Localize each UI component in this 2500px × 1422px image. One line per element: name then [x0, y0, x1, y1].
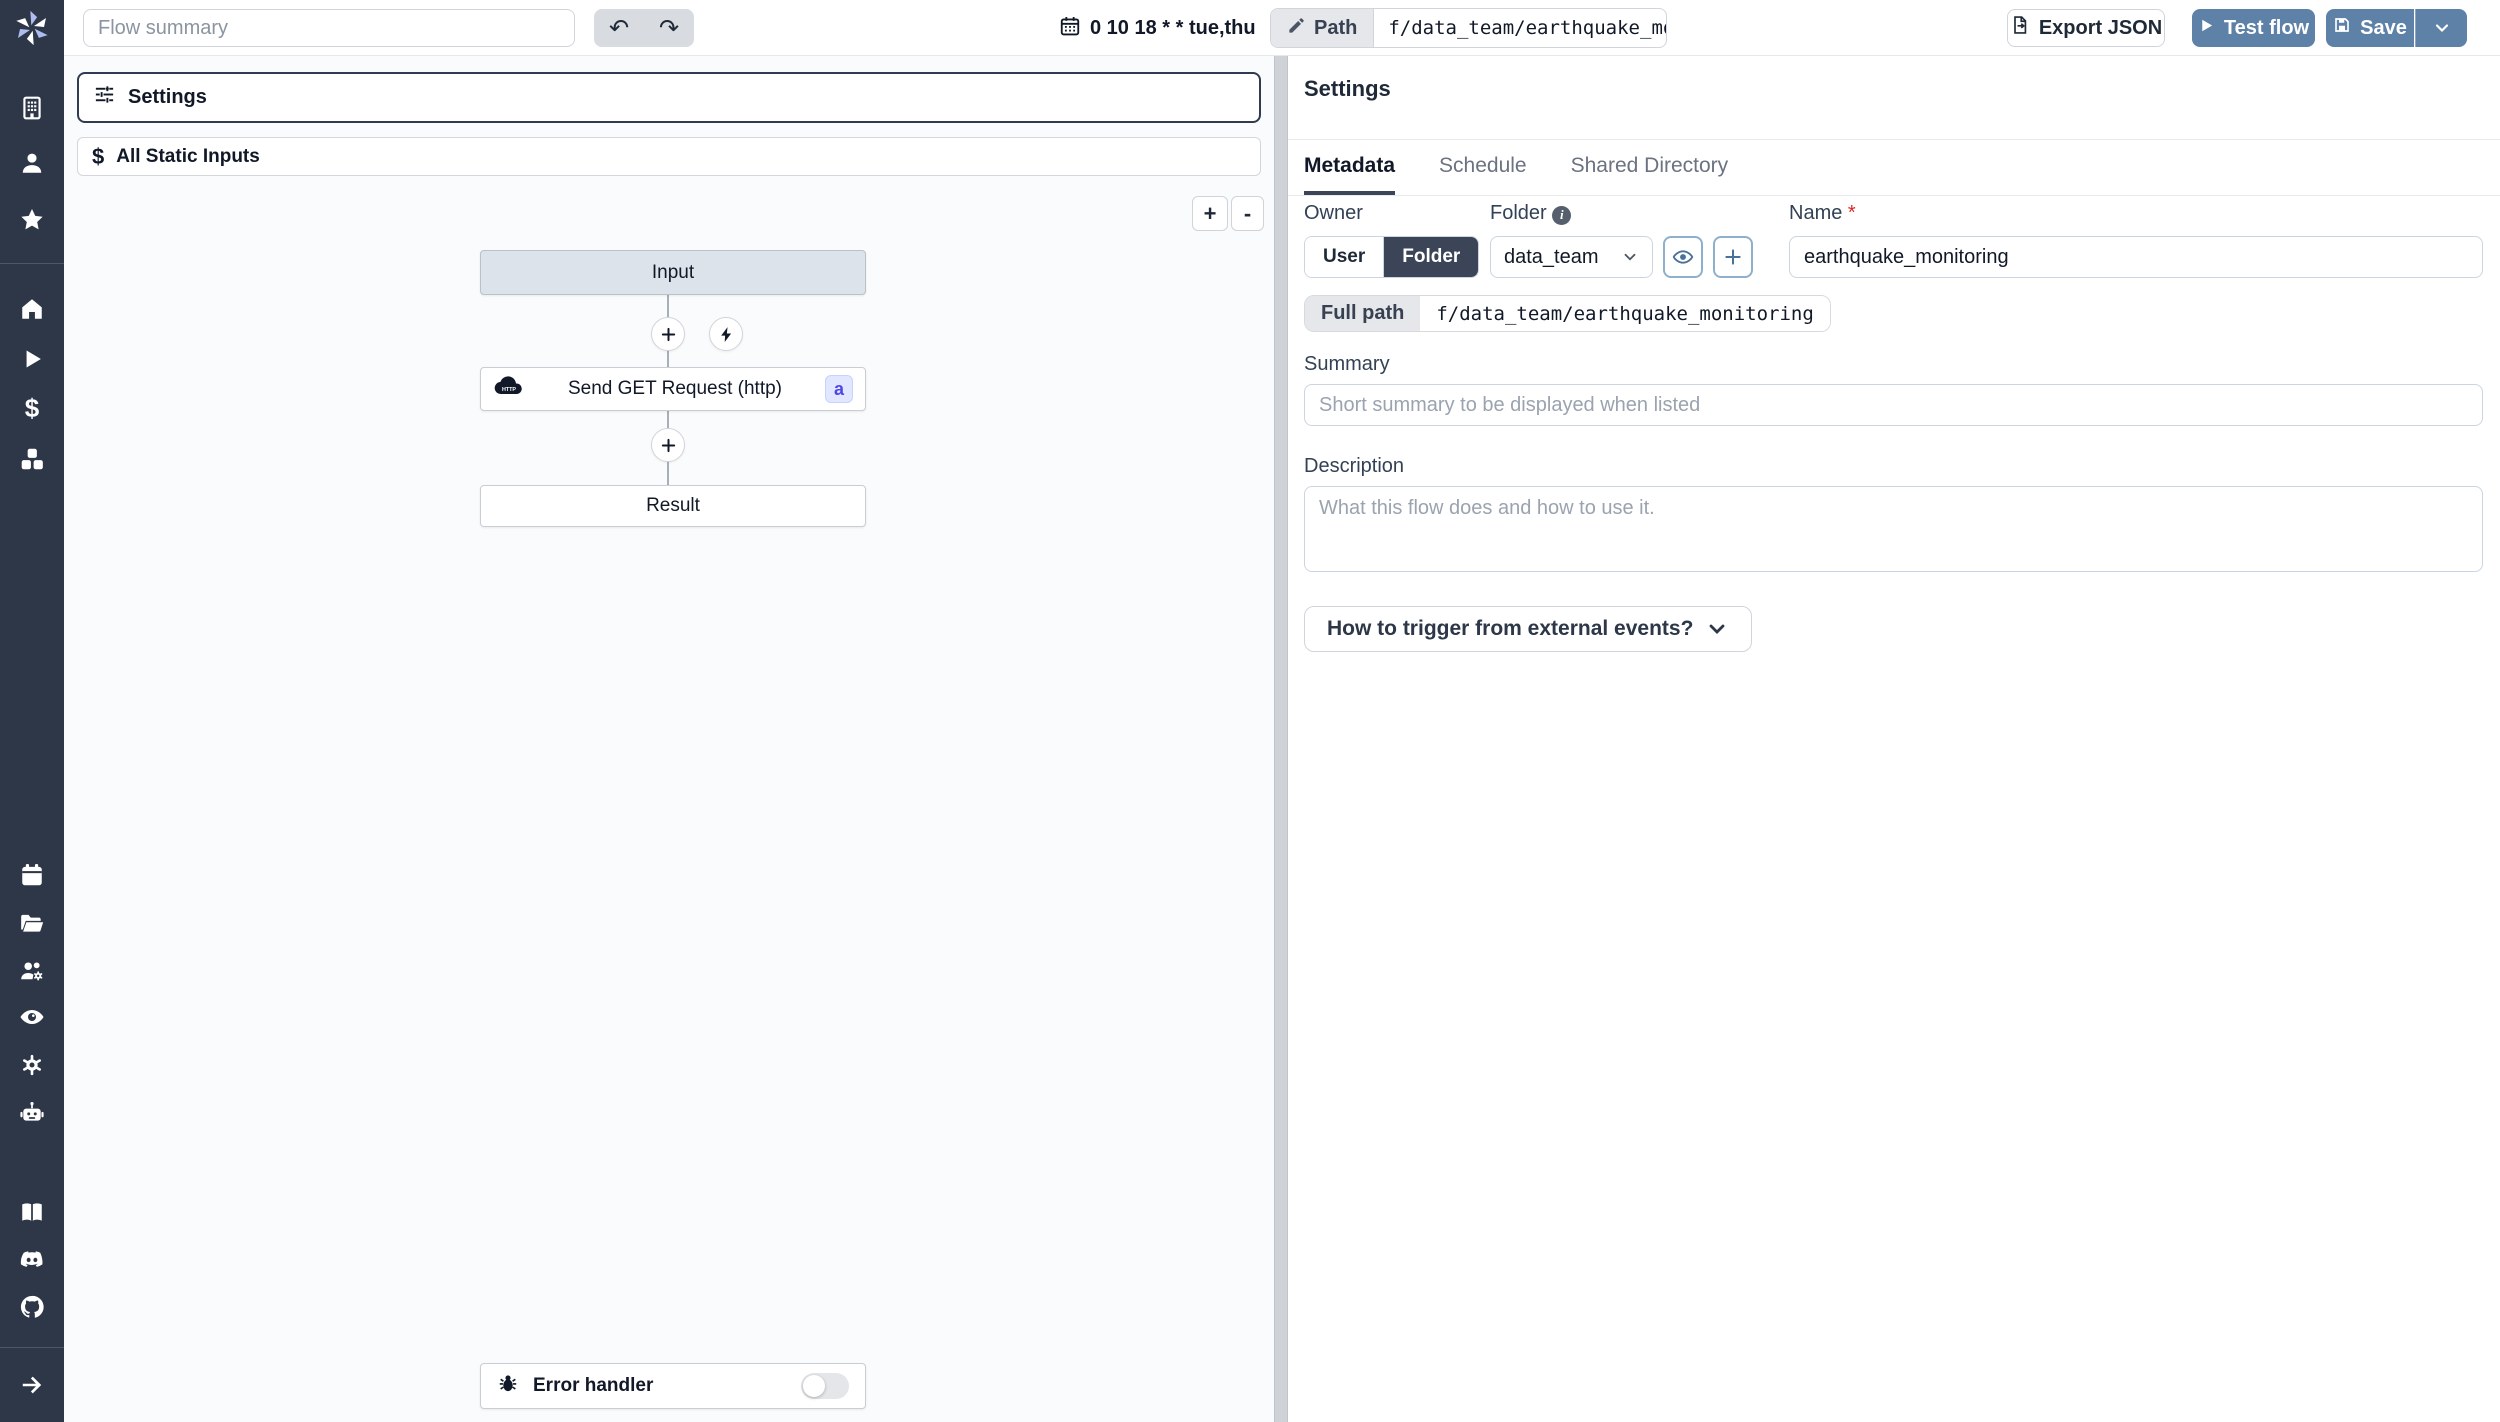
info-icon[interactable]: i: [1552, 205, 1572, 225]
windmill-logo-icon[interactable]: [12, 8, 52, 48]
view-folder-eye-button[interactable]: [1663, 236, 1703, 278]
owner-toggle-group: User Folder: [1304, 236, 1480, 278]
owner-label: Owner: [1304, 202, 1363, 224]
step-label: Send GET Request (http): [567, 378, 783, 399]
full-path-control: Full path f/data_team/earthquake_monitor…: [1304, 295, 1831, 332]
cron-schedule[interactable]: 0 10 18 * * tue,thu: [1059, 9, 1256, 47]
export-json-button[interactable]: Export JSON: [2007, 9, 2165, 47]
summary-label: Summary: [1304, 353, 1390, 375]
export-icon: [2010, 15, 2030, 41]
flow-summary-input[interactable]: [83, 9, 575, 47]
favorites-star-icon[interactable]: [19, 207, 45, 233]
step-id-badge: a: [825, 375, 853, 403]
owner-user-option[interactable]: User: [1305, 237, 1385, 277]
path-value[interactable]: f/data_team/earthquake_monit: [1374, 9, 1666, 47]
summary-input[interactable]: [1304, 384, 2483, 426]
name-input[interactable]: [1789, 236, 2483, 278]
variables-dollar-icon[interactable]: $: [19, 393, 45, 423]
play-icon: [2198, 17, 2215, 40]
settings-panel: Settings Metadata Schedule Shared Direct…: [1288, 56, 2500, 1422]
save-dropdown-button[interactable]: [2415, 9, 2467, 47]
chevron-down-icon: [1624, 253, 1636, 261]
folder-label: Folder i: [1490, 202, 1789, 225]
divider: [1288, 195, 2500, 196]
metadata-form-row: Owner User Folder Folder i data_team Nam…: [1304, 202, 2483, 278]
resources-cubes-icon[interactable]: [19, 446, 45, 472]
user-icon[interactable]: [19, 150, 45, 176]
zoom-out-button[interactable]: -: [1231, 196, 1264, 231]
flow-settings-box[interactable]: Settings: [77, 72, 1261, 123]
zoom-in-button[interactable]: +: [1192, 196, 1228, 231]
save-floppy-icon: [2333, 16, 2351, 40]
full-path-value[interactable]: f/data_team/earthquake_monitoring: [1420, 296, 1830, 331]
docs-book-icon[interactable]: [19, 1199, 45, 1225]
panel-splitter[interactable]: [1274, 56, 1288, 1422]
pencil-icon: [1287, 16, 1306, 41]
description-label: Description: [1304, 455, 1405, 477]
groups-gear-icon[interactable]: [19, 958, 45, 984]
undo-button[interactable]: ↶: [594, 9, 644, 47]
audit-eye-icon[interactable]: [19, 1004, 45, 1030]
workers-robot-icon[interactable]: [19, 1100, 45, 1126]
dollar-icon: $: [92, 143, 105, 169]
redo-button[interactable]: ↷: [644, 9, 694, 47]
flow-editor-page: $ Flow summary ↶ ↷ 0 10 18 * * tue,thu P…: [0, 0, 2500, 1422]
settings-tabs: Metadata Schedule Shared Directory: [1304, 140, 1728, 195]
owner-folder-option[interactable]: Folder: [1384, 237, 1479, 277]
bug-icon: [497, 1372, 519, 1400]
folders-icon[interactable]: [19, 910, 45, 936]
all-static-inputs-label: All Static Inputs: [116, 145, 260, 167]
undo-redo-group: ↶ ↷: [594, 9, 694, 47]
settings-panel-title: Settings: [1304, 76, 1391, 101]
flow-node-step[interactable]: HTTP Send GET Request (http) a: [480, 367, 866, 411]
full-path-badge: Full path: [1305, 296, 1421, 331]
runs-play-icon[interactable]: [19, 346, 45, 372]
home-icon[interactable]: [19, 296, 45, 322]
add-trigger-bolt-button[interactable]: [709, 317, 743, 351]
tab-schedule[interactable]: Schedule: [1439, 140, 1527, 195]
path-badge[interactable]: Path: [1271, 9, 1375, 47]
flow-node-input[interactable]: Input: [480, 250, 866, 295]
test-flow-button[interactable]: Test flow: [2192, 9, 2315, 47]
cron-expression: 0 10 18 * * tue,thu: [1090, 16, 1256, 39]
name-label: Name *: [1789, 202, 1856, 224]
tab-metadata[interactable]: Metadata: [1304, 140, 1396, 195]
required-asterisk: *: [1847, 202, 1856, 224]
add-step-button[interactable]: [651, 317, 685, 351]
chevron-down-icon: [2435, 24, 2448, 33]
app-sidebar: $: [0, 0, 64, 1422]
expand-sidebar-arrow-icon[interactable]: [19, 1372, 45, 1398]
toggle-knob: [803, 1375, 825, 1397]
discord-icon[interactable]: [19, 1246, 45, 1272]
external-trigger-help-button[interactable]: How to trigger from external events?: [1304, 606, 1753, 652]
save-button[interactable]: Save: [2326, 9, 2414, 47]
tab-shared-directory[interactable]: Shared Directory: [1571, 140, 1729, 195]
path-control: Path f/data_team/earthquake_monit: [1270, 8, 1668, 48]
add-step-button[interactable]: [651, 428, 685, 462]
folder-select[interactable]: data_team: [1490, 236, 1653, 278]
calendar-icon: [1059, 15, 1081, 42]
flow-toolbar: ↶ ↷ 0 10 18 * * tue,thu Path f/data_team…: [64, 0, 2500, 56]
error-handler-toggle[interactable]: [801, 1373, 849, 1399]
flow-canvas[interactable]: Settings $ All Static Inputs + - Input H…: [64, 56, 1274, 1422]
svg-text:HTTP: HTTP: [502, 387, 516, 393]
all-static-inputs-box[interactable]: $ All Static Inputs: [77, 137, 1261, 176]
add-folder-plus-button[interactable]: [1713, 236, 1753, 278]
sliders-icon: [93, 83, 116, 112]
workspace-icon[interactable]: [19, 95, 45, 121]
sidebar-divider: [0, 263, 64, 264]
error-handler-label: Error handler: [533, 1375, 654, 1396]
github-icon[interactable]: [19, 1294, 45, 1320]
description-textarea[interactable]: [1304, 486, 2483, 572]
chevron-down-icon: [1710, 624, 1725, 634]
sidebar-divider: [0, 1347, 64, 1348]
flow-settings-box-label: Settings: [128, 86, 207, 108]
schedules-calendar-icon[interactable]: [19, 862, 45, 888]
http-cloud-icon: HTTP: [493, 374, 525, 404]
flow-node-result[interactable]: Result: [480, 485, 866, 527]
error-handler-node[interactable]: Error handler: [480, 1363, 866, 1409]
settings-gear-icon[interactable]: [19, 1052, 45, 1078]
